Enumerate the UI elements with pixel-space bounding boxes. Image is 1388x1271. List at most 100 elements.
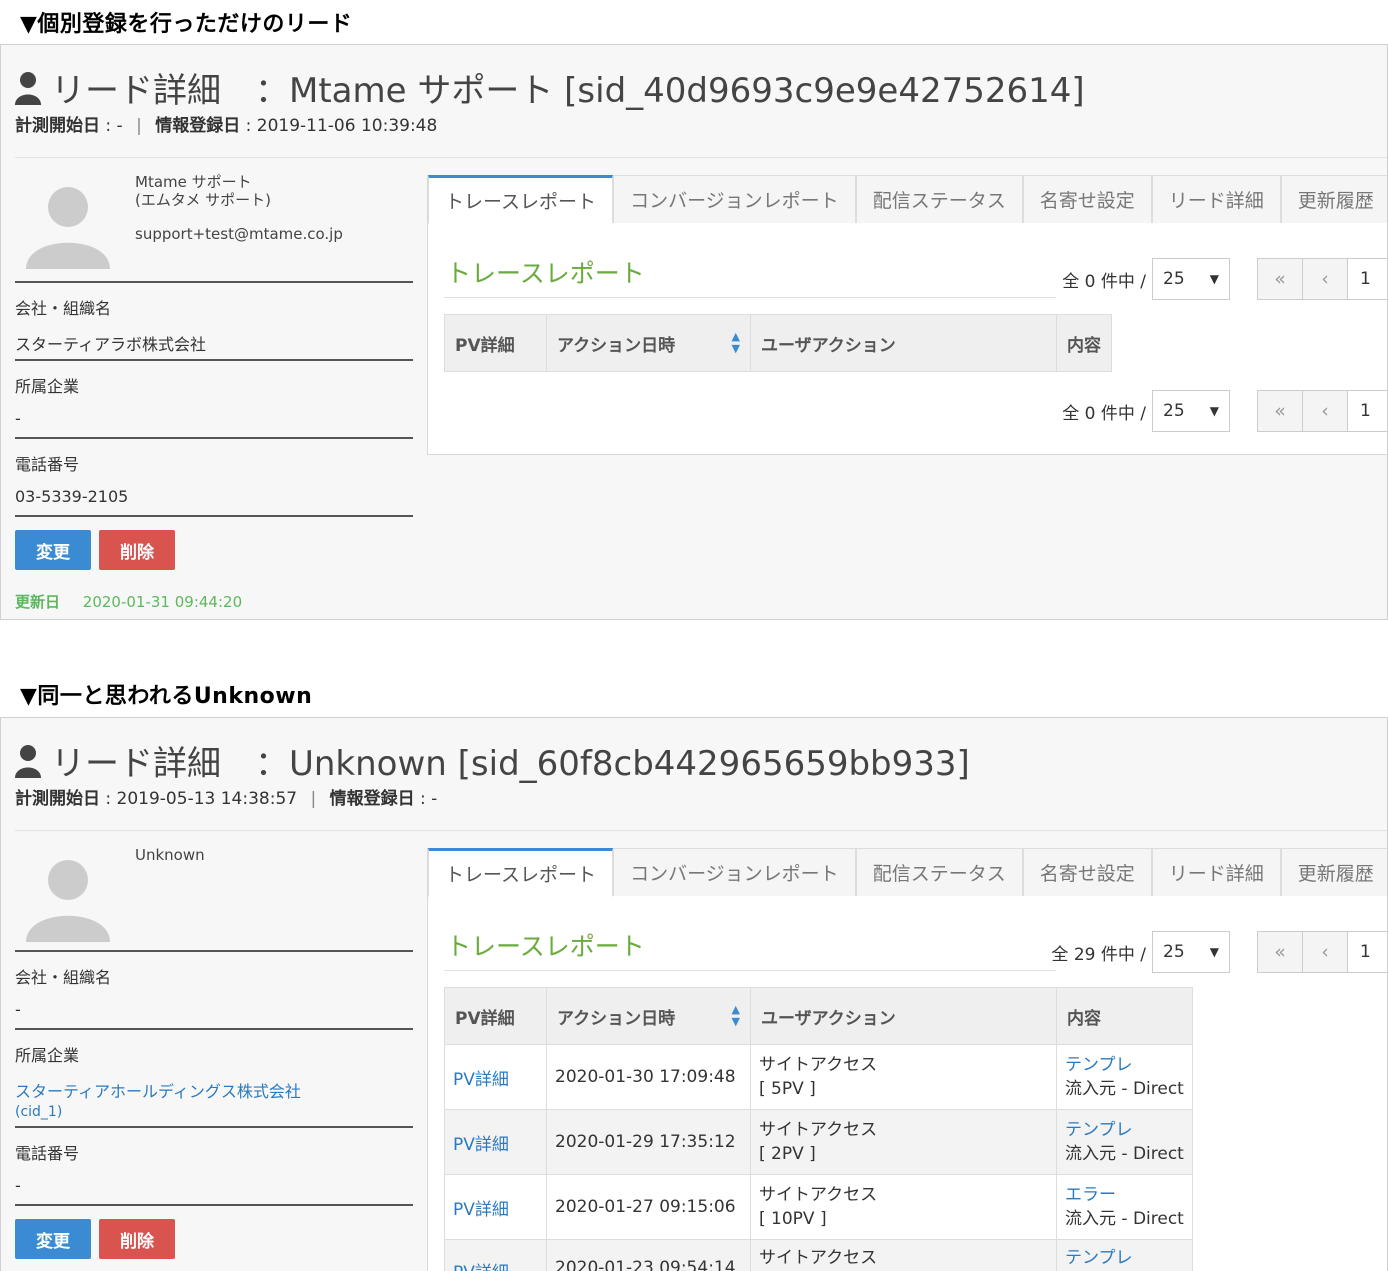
content-link[interactable]: テンプレ bbox=[1065, 1118, 1184, 1142]
updated-label: 更新日 bbox=[15, 593, 61, 611]
user-action: サイトアクセス bbox=[759, 1055, 878, 1075]
trace-table: PV詳細 アクション日時 ▲ ▼ ユーザアクション 内容 PV詳細 2020-01-… bbox=[444, 987, 1193, 1271]
col-action-datetime[interactable]: アクション日時 ▲ ▼ bbox=[546, 314, 751, 372]
tab-bar: トレースレポート コンバージョンレポート 配信ステータス 名寄せ設定 リード詳細… bbox=[428, 848, 1387, 897]
delete-button[interactable]: 削除 bbox=[99, 1219, 175, 1259]
trace-table: PV詳細 アクション日時 ▲ ▼ ユーザアクション 内容 bbox=[444, 314, 1112, 372]
col-user-action[interactable]: ユーザアクション bbox=[750, 987, 1057, 1045]
per-page-select[interactable]: 25 ▼ bbox=[1152, 258, 1230, 300]
content-link[interactable]: エラー bbox=[1065, 1183, 1184, 1207]
first-page-button[interactable]: « bbox=[1257, 258, 1303, 300]
content-source: 流入元 - Direct bbox=[1065, 1079, 1184, 1099]
updated-value: 2020-01-31 09:44:20 bbox=[82, 593, 243, 611]
meta-reg-value: : 2019-11-06 10:39:48 bbox=[245, 116, 438, 136]
user-icon bbox=[15, 71, 41, 105]
company-field: 会社・組織名 - bbox=[15, 950, 413, 1019]
sort-icon[interactable]: ▲ ▼ bbox=[732, 330, 740, 355]
tab-lead-detail[interactable]: リード詳細 bbox=[1151, 848, 1281, 896]
meta-reg-label: 情報登録日 bbox=[155, 116, 241, 136]
phone-field: 電話番号 03-5339-2105 bbox=[15, 437, 413, 506]
table-row: PV詳細 2020-01-29 17:35:12 サイトアクセス[ 2PV ] … bbox=[444, 1109, 1193, 1175]
tab-bar: トレースレポート コンバージョンレポート 配信ステータス 名寄せ設定 リード詳細… bbox=[428, 175, 1387, 224]
meta-reg-value: : - bbox=[420, 789, 438, 809]
meta-reg-label: 情報登録日 bbox=[329, 789, 415, 809]
profile-email: support+test@mtame.co.jp bbox=[135, 225, 343, 243]
col-user-action[interactable]: ユーザアクション bbox=[750, 314, 1057, 372]
pv-detail-link[interactable]: PV詳細 bbox=[453, 1263, 509, 1271]
prev-page-button-bottom[interactable]: ‹ bbox=[1302, 390, 1348, 432]
content-link[interactable]: テンプレ bbox=[1065, 1053, 1184, 1077]
col-pv-detail[interactable]: PV詳細 bbox=[444, 987, 547, 1045]
company-value: - bbox=[15, 1000, 21, 1019]
affiliation-cid[interactable]: (cid_1) bbox=[15, 1104, 413, 1120]
content-source: 流入元 - Direct bbox=[1065, 1209, 1184, 1229]
caret-down-icon: ▼ bbox=[1209, 945, 1219, 959]
user-icon bbox=[15, 744, 41, 778]
action-datetime: 2020-01-29 17:35:12 bbox=[546, 1109, 751, 1175]
section-heading-registered: ▼個別登録を行っただけのリード bbox=[20, 12, 353, 37]
per-page-value-bottom: 25 bbox=[1163, 401, 1185, 421]
edit-button[interactable]: 変更 bbox=[15, 1219, 91, 1259]
table-row: PV詳細 2020-01-27 09:15:06 サイトアクセス [ 10PV ]… bbox=[444, 1174, 1193, 1240]
avatar-placeholder-icon bbox=[26, 860, 110, 942]
col-content[interactable]: 内容 bbox=[1056, 314, 1112, 372]
company-label: 会社・組織名 bbox=[15, 968, 112, 987]
delete-button[interactable]: 削除 bbox=[99, 530, 175, 570]
tab-conversion-report[interactable]: コンバージョンレポート bbox=[613, 175, 856, 223]
col-pv-detail[interactable]: PV詳細 bbox=[444, 314, 547, 372]
phone-label: 電話番号 bbox=[15, 1144, 80, 1163]
meta-start-value: : - bbox=[105, 116, 123, 136]
prev-page-button[interactable]: ‹ bbox=[1302, 258, 1348, 300]
tab-lead-detail[interactable]: リード詳細 bbox=[1151, 175, 1281, 223]
page-number-button-bottom[interactable]: 1 bbox=[1347, 390, 1387, 432]
page-title-text: リード詳細 ：Unknown [sid_60f8cb442965659bb933… bbox=[51, 744, 970, 784]
result-count-bottom: 全 0 件中 / bbox=[1062, 403, 1146, 424]
tab-merge-settings[interactable]: 名寄せ設定 bbox=[1022, 175, 1152, 223]
pv-detail-link[interactable]: PV詳細 bbox=[453, 1070, 509, 1090]
tab-conversion-report[interactable]: コンバージョンレポート bbox=[613, 848, 856, 896]
user-action: サイトアクセス bbox=[759, 1185, 878, 1205]
meta-start-label: 計測開始日 bbox=[15, 116, 100, 136]
affiliation-link[interactable]: スターティアホールディングス株式会社 bbox=[15, 1078, 413, 1102]
tab-trace-report[interactable]: トレースレポート bbox=[428, 848, 614, 897]
company-field: 会社・組織名 スターティアラボ株式会社 bbox=[15, 281, 413, 355]
user-action-pv: [ 5PV ] bbox=[759, 1079, 816, 1099]
sort-icon[interactable]: ▲ ▼ bbox=[732, 1003, 740, 1028]
result-count: 全 29 件中 / bbox=[1051, 944, 1146, 965]
per-page-select[interactable]: 25 ▼ bbox=[1152, 931, 1230, 973]
first-page-button-bottom[interactable]: « bbox=[1257, 390, 1303, 432]
report-box: トレースレポート コンバージョンレポート 配信ステータス 名寄せ設定 リード詳細… bbox=[427, 175, 1387, 455]
meta-start-label: 計測開始日 bbox=[15, 789, 100, 809]
lead-meta: 計測開始日 : 2019-05-13 14:38:57 | 情報登録日 : - bbox=[15, 789, 438, 809]
action-datetime: 2020-01-30 17:09:48 bbox=[546, 1044, 751, 1110]
pv-detail-link[interactable]: PV詳細 bbox=[453, 1200, 509, 1220]
lead-detail-panel-unknown: リード詳細 ：Unknown [sid_60f8cb442965659bb933… bbox=[0, 717, 1388, 1271]
col-content[interactable]: 内容 bbox=[1056, 987, 1193, 1045]
content-link[interactable]: テンプレ bbox=[1065, 1246, 1184, 1270]
tab-merge-settings[interactable]: 名寄せ設定 bbox=[1022, 848, 1152, 896]
company-value: スターティアラボ株式会社 bbox=[15, 335, 207, 354]
tab-update-history[interactable]: 更新履歴 bbox=[1280, 848, 1387, 896]
per-page-select-bottom[interactable]: 25 ▼ bbox=[1152, 390, 1230, 432]
tab-update-history[interactable]: 更新履歴 bbox=[1280, 175, 1387, 223]
phone-value: - bbox=[15, 1176, 21, 1195]
caret-down-icon: ▼ bbox=[1209, 404, 1219, 418]
user-action-pv: [ 10PV ] bbox=[759, 1209, 827, 1229]
prev-page-button[interactable]: ‹ bbox=[1302, 931, 1348, 973]
edit-button[interactable]: 変更 bbox=[15, 530, 91, 570]
lead-detail-panel-registered: リード詳細 ：Mtame サポート [sid_40d9693c9e9e42752… bbox=[0, 44, 1388, 620]
page-number-button[interactable]: 1 bbox=[1347, 931, 1387, 973]
tab-trace-report[interactable]: トレースレポート bbox=[428, 175, 614, 224]
pager-top: 全 0 件中 / 25 ▼ « ‹ 1 bbox=[1062, 258, 1387, 300]
first-page-button[interactable]: « bbox=[1257, 931, 1303, 973]
col-action-datetime[interactable]: アクション日時 ▲ ▼ bbox=[546, 987, 751, 1045]
meta-start-value: : 2019-05-13 14:38:57 bbox=[105, 789, 298, 809]
affiliation-label: 所属企業 bbox=[15, 1046, 80, 1065]
col-action-datetime-label: アクション日時 bbox=[557, 1008, 676, 1029]
tab-delivery-status[interactable]: 配信ステータス bbox=[855, 848, 1023, 896]
col-action-datetime-label: アクション日時 bbox=[557, 335, 676, 356]
lead-meta: 計測開始日 : - | 情報登録日 : 2019-11-06 10:39:48 bbox=[15, 116, 438, 136]
page-number-button[interactable]: 1 bbox=[1347, 258, 1387, 300]
tab-delivery-status[interactable]: 配信ステータス bbox=[855, 175, 1023, 223]
pv-detail-link[interactable]: PV詳細 bbox=[453, 1135, 509, 1155]
